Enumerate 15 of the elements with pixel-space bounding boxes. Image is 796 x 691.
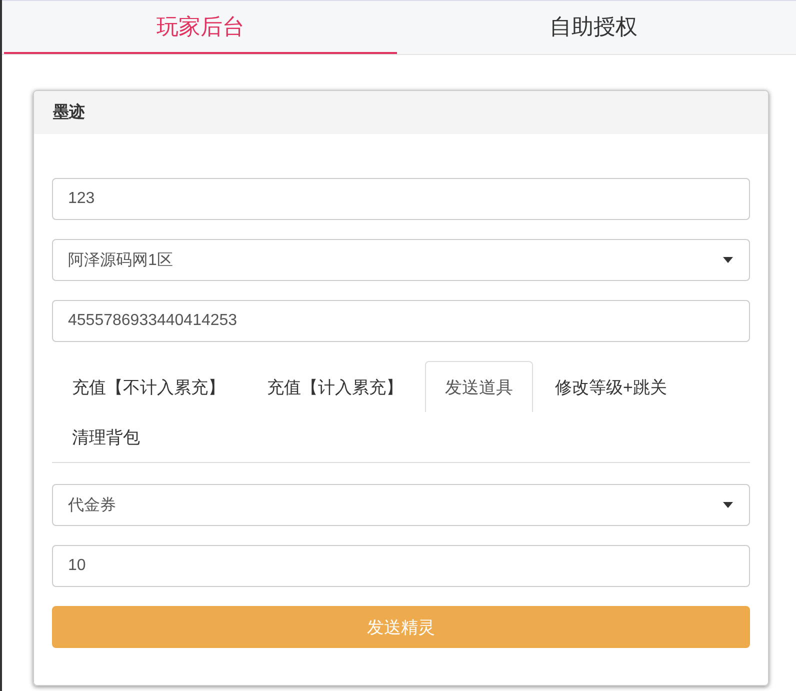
tab[interactable]: 清理背包 — [52, 412, 160, 462]
select-field[interactable]: 代金券 — [52, 484, 750, 526]
panel-title: 墨迹 — [34, 91, 768, 134]
nav-tab[interactable]: 玩家后台 — [4, 1, 397, 54]
caret-icon — [723, 502, 733, 508]
tab[interactable]: 修改等级+跳关 — [535, 361, 687, 412]
input-field[interactable]: 10 — [52, 545, 750, 587]
caret-icon — [723, 257, 733, 263]
tab[interactable]: 发送道具 — [425, 361, 533, 412]
tab[interactable]: 充值【计入累充】 — [247, 361, 423, 412]
input-field[interactable]: 4555786933440414253 — [52, 300, 750, 342]
select-field[interactable]: 阿泽源码网1区 — [52, 239, 750, 281]
nav-tab[interactable]: 自助授权 — [397, 1, 790, 54]
input-field[interactable]: 123 — [52, 178, 750, 220]
tab[interactable]: 充值【不计入累充】 — [52, 361, 245, 412]
